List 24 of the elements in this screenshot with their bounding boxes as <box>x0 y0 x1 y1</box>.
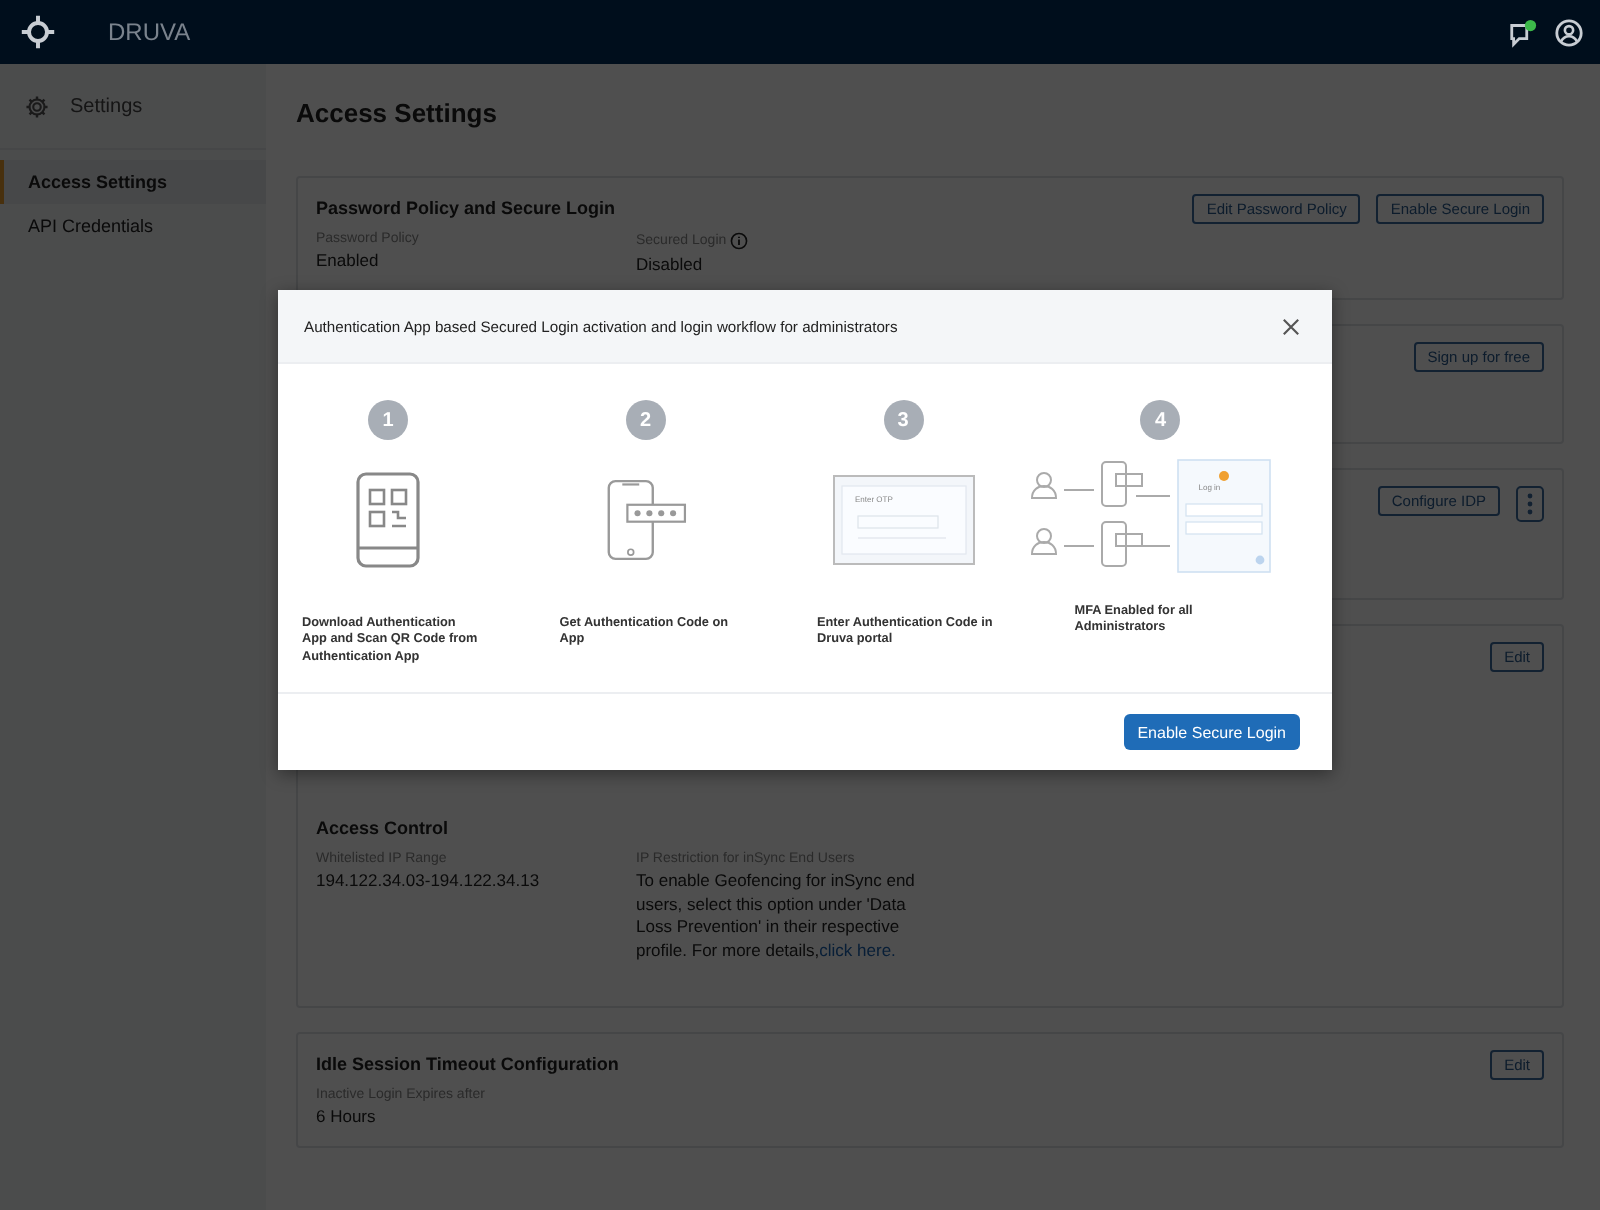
logo-icon <box>20 14 56 50</box>
brand-name: DRUVA <box>108 18 191 46</box>
settings-icon <box>24 93 50 119</box>
sidebar-item[interactable]: API Credentials <box>0 204 266 248</box>
close-icon[interactable] <box>1282 317 1300 335</box>
step-number: 1 <box>368 400 408 440</box>
step-number: 2 <box>625 400 666 440</box>
step-number: 3 <box>883 400 923 440</box>
card-title: Access Control <box>316 818 451 839</box>
field-value: Disabled <box>636 254 705 277</box>
field-value: 194.122.34.03-194.122.34.13 <box>316 870 542 894</box>
step-number: 4 <box>1140 400 1181 440</box>
enable-secure-login-button[interactable]: Enable Secure Login <box>1123 714 1300 750</box>
page-title: Access Settings <box>296 98 499 128</box>
sidebar-item[interactable]: Access Settings <box>0 160 266 204</box>
notification-icon[interactable] <box>1508 17 1538 47</box>
field-value: To enable Geofencing for inSync end users, select this option under 'Data Loss Prevention' in their respective profile. For more details,click here. <box>636 870 917 962</box>
field-value: 6 Hours <box>316 1106 378 1129</box>
user-icon[interactable] <box>1554 17 1584 47</box>
card-title: Idle Session Timeout Configuration <box>316 1054 621 1074</box>
portal-screen-drawing <box>831 474 975 566</box>
card-title: Password Policy and Secure Login <box>316 198 618 218</box>
click-here-link[interactable]: click here. <box>819 939 896 960</box>
field-value: Enabled <box>316 250 381 273</box>
